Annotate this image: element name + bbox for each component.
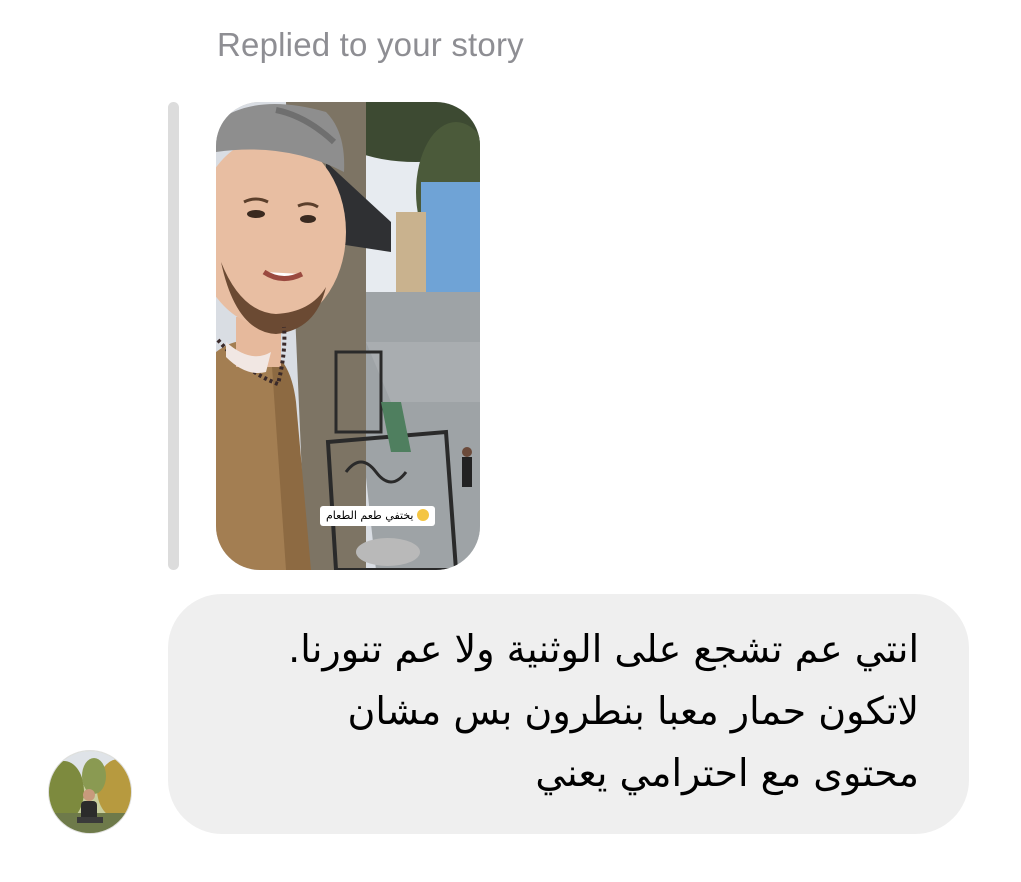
message-text: انتي عم تشجع على الوثنية ولا عم تنورنا. … [288,627,919,795]
message-bubble[interactable]: انتي عم تشجع على الوثنية ولا عم تنورنا. … [168,594,969,834]
grinning-face-emoji-icon [416,509,429,521]
sender-avatar[interactable] [48,750,132,834]
story-caption: يختفي طعم الطعام [320,506,435,527]
story-image [216,102,480,570]
story-caption-text: يختفي طعم الطعام [326,509,414,522]
avatar-icon [49,751,131,833]
story-thumbnail[interactable]: يختفي طعم الطعام [216,102,480,570]
quote-bar [168,102,179,570]
replied-to-story-label: Replied to your story [217,26,524,63]
